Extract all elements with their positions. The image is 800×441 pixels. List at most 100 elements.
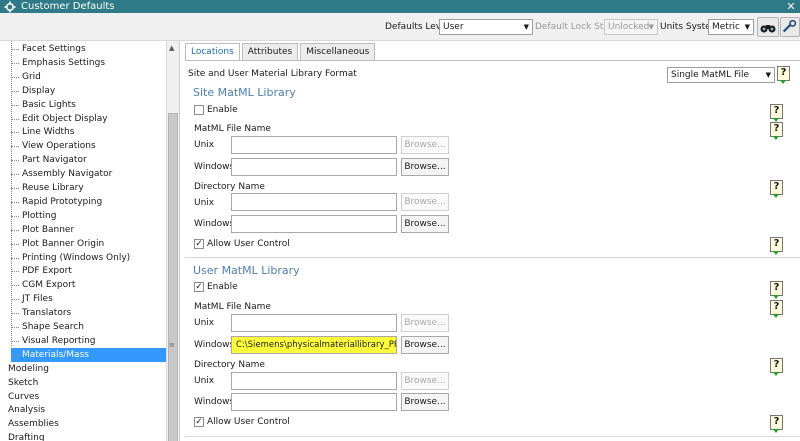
sidebar-item-part-navigator[interactable]: Part Navigator bbox=[11, 153, 87, 167]
sidebar-item-plotting[interactable]: Plotting bbox=[11, 209, 56, 223]
sidebar-item-edit-object-display[interactable]: Edit Object Display bbox=[11, 112, 108, 126]
sidebar-item-curves[interactable]: Curves bbox=[0, 390, 39, 404]
help-icon[interactable]: ? bbox=[770, 300, 783, 318]
chevron-down-icon: ▼ bbox=[744, 23, 750, 31]
help-icon[interactable]: ? bbox=[770, 358, 783, 376]
sidebar-item-printing-windows-only[interactable]: Printing (Windows Only) bbox=[11, 251, 130, 265]
help-icon[interactable]: ? bbox=[770, 180, 783, 198]
site-unix-file-browse-button: Browse... bbox=[401, 136, 449, 154]
sidebar-item-label: JT Files bbox=[22, 294, 53, 305]
sidebar-item-reuse-library[interactable]: Reuse Library bbox=[11, 181, 84, 195]
user-unix-dir-input[interactable] bbox=[231, 372, 397, 390]
user-windows-label: Windows bbox=[194, 340, 235, 350]
sidebar-item-basic-lights[interactable]: Basic Lights bbox=[11, 98, 76, 112]
site-dir-unix-label: Unix bbox=[194, 198, 215, 208]
user-unix-file-browse-button: Browse... bbox=[401, 314, 449, 332]
user-dir-windows-label: Windows bbox=[194, 397, 235, 407]
sidebar-item-shape-search[interactable]: Shape Search bbox=[11, 320, 84, 334]
sidebar-item-label: Plotting bbox=[22, 210, 57, 221]
site-unix-file-input[interactable] bbox=[231, 136, 397, 154]
sidebar-item-facet-settings[interactable]: Facet Settings bbox=[11, 42, 86, 56]
sidebar-item-label: Drafting bbox=[8, 433, 45, 441]
scrollbar-thumb[interactable] bbox=[168, 113, 178, 441]
user-allow-user-control-checkbox[interactable]: ✓ bbox=[194, 417, 204, 427]
site-unix-label: Unix bbox=[194, 140, 215, 150]
site-windows-file-browse-button[interactable]: Browse... bbox=[401, 158, 449, 176]
sidebar-item-materials-mass[interactable]: Materials/Mass bbox=[11, 347, 166, 362]
sidebar-item-grid[interactable]: Grid bbox=[11, 70, 41, 84]
sidebar-item-drafting[interactable]: Drafting bbox=[0, 431, 45, 441]
sidebar-item-label: Assembly Navigator bbox=[22, 169, 113, 180]
user-windows-file-input[interactable]: C:\Siemens\physicalmateriallibrary_PRUEB… bbox=[231, 336, 397, 354]
tab-locations[interactable]: Locations bbox=[185, 43, 240, 61]
user-unix-file-input[interactable] bbox=[231, 314, 397, 332]
help-icon[interactable]: ? bbox=[770, 281, 783, 299]
user-windows-dir-browse-button[interactable]: Browse... bbox=[401, 393, 449, 411]
sidebar-item-plot-banner[interactable]: Plot Banner bbox=[11, 223, 74, 237]
chevron-up-icon[interactable]: ▲ bbox=[169, 44, 174, 52]
help-icon[interactable]: ? bbox=[770, 415, 783, 433]
user-windows-file-browse-button[interactable]: Browse... bbox=[401, 336, 449, 354]
site-windows-dir-input[interactable] bbox=[231, 215, 397, 233]
sidebar-item-rapid-prototyping[interactable]: Rapid Prototyping bbox=[11, 195, 102, 209]
sidebar-item-assembly-navigator[interactable]: Assembly Navigator bbox=[11, 167, 112, 181]
sidebar-item-label: Emphasis Settings bbox=[22, 57, 106, 68]
sidebar-item-label: CGM Export bbox=[22, 280, 76, 291]
gear-icon bbox=[4, 1, 16, 12]
sidebar-item-label: Sketch bbox=[8, 377, 39, 388]
tab-miscellaneous[interactable]: Miscellaneous bbox=[300, 43, 376, 61]
window-title: Customer Defaults bbox=[21, 1, 115, 12]
help-icon[interactable]: ? bbox=[777, 66, 790, 84]
sidebar-item-assemblies[interactable]: Assemblies bbox=[0, 417, 59, 431]
user-library-title: User MatML Library bbox=[193, 264, 300, 277]
site-unix-dir-input[interactable] bbox=[231, 193, 397, 211]
sidebar-item-label: Translators bbox=[22, 308, 72, 319]
tree-scrollbar[interactable]: ▲ ≡ bbox=[166, 41, 179, 441]
help-icon[interactable]: ? bbox=[770, 237, 783, 255]
sidebar-item-label: Printing (Windows Only) bbox=[22, 252, 131, 263]
sidebar-item-sketch[interactable]: Sketch bbox=[0, 376, 38, 390]
sidebar-item-emphasis-settings[interactable]: Emphasis Settings bbox=[11, 56, 105, 70]
sidebar-item-plot-banner-origin[interactable]: Plot Banner Origin bbox=[11, 237, 104, 251]
sidebar-item-label: Edit Object Display bbox=[22, 113, 108, 124]
grip-icon: ≡ bbox=[169, 341, 175, 349]
tab-bar: Locations Attributes Miscellaneous bbox=[185, 43, 377, 61]
units-system-select[interactable]: Metric ▼ bbox=[708, 19, 754, 35]
sidebar-item-analysis[interactable]: Analysis bbox=[0, 403, 45, 417]
sidebar-item-display[interactable]: Display bbox=[11, 84, 55, 98]
settings-wrench-icon bbox=[782, 19, 797, 33]
site-allow-user-control-checkbox[interactable]: ✓ bbox=[194, 239, 204, 249]
help-icon[interactable]: ? bbox=[770, 122, 783, 140]
site-windows-file-input[interactable] bbox=[231, 158, 397, 176]
chevron-down-icon: ▼ bbox=[765, 71, 771, 79]
sidebar-item-label: Materials/Mass bbox=[22, 349, 89, 360]
close-icon[interactable]: ✕ bbox=[786, 0, 796, 13]
sidebar-item-modeling[interactable]: Modeling bbox=[0, 362, 49, 376]
sidebar-item-pdf-export[interactable]: PDF Export bbox=[11, 264, 72, 278]
library-format-select[interactable]: Single MatML File ▼ bbox=[667, 67, 775, 83]
sidebar-item-translators[interactable]: Translators bbox=[11, 306, 71, 320]
sidebar-item-cgm-export[interactable]: CGM Export bbox=[11, 278, 75, 292]
library-format-label: Site and User Material Library Format bbox=[188, 69, 357, 79]
find-default-button[interactable] bbox=[757, 17, 779, 37]
sidebar-item-visual-reporting[interactable]: Visual Reporting bbox=[11, 334, 95, 348]
site-enable-label: Enable bbox=[207, 105, 238, 115]
tab-attributes[interactable]: Attributes bbox=[241, 43, 299, 61]
user-enable-checkbox[interactable]: ✓ bbox=[194, 282, 204, 292]
sidebar-item-line-widths[interactable]: Line Widths bbox=[11, 125, 74, 139]
site-allow-user-control-label: Allow User Control bbox=[207, 239, 290, 249]
settings-panel: Locations Attributes Miscellaneous Site … bbox=[181, 41, 800, 441]
sidebar-item-jt-files[interactable]: JT Files bbox=[11, 292, 53, 306]
user-enable-label: Enable bbox=[207, 282, 238, 292]
defaults-level-select[interactable]: User ▼ bbox=[439, 19, 533, 35]
sidebar-item-view-operations[interactable]: View Operations bbox=[11, 139, 96, 153]
user-dir-unix-label: Unix bbox=[194, 376, 215, 386]
category-tree: Facet Settings Emphasis Settings Grid Displ… bbox=[0, 41, 180, 441]
site-windows-dir-browse-button[interactable]: Browse... bbox=[401, 215, 449, 233]
help-icon[interactable]: ? bbox=[770, 104, 783, 122]
sidebar-item-label: Display bbox=[22, 85, 56, 96]
user-windows-dir-input[interactable] bbox=[231, 393, 397, 411]
site-enable-checkbox[interactable] bbox=[194, 105, 204, 115]
sidebar-item-label: Curves bbox=[8, 391, 40, 402]
manage-defaults-button[interactable] bbox=[780, 17, 800, 37]
